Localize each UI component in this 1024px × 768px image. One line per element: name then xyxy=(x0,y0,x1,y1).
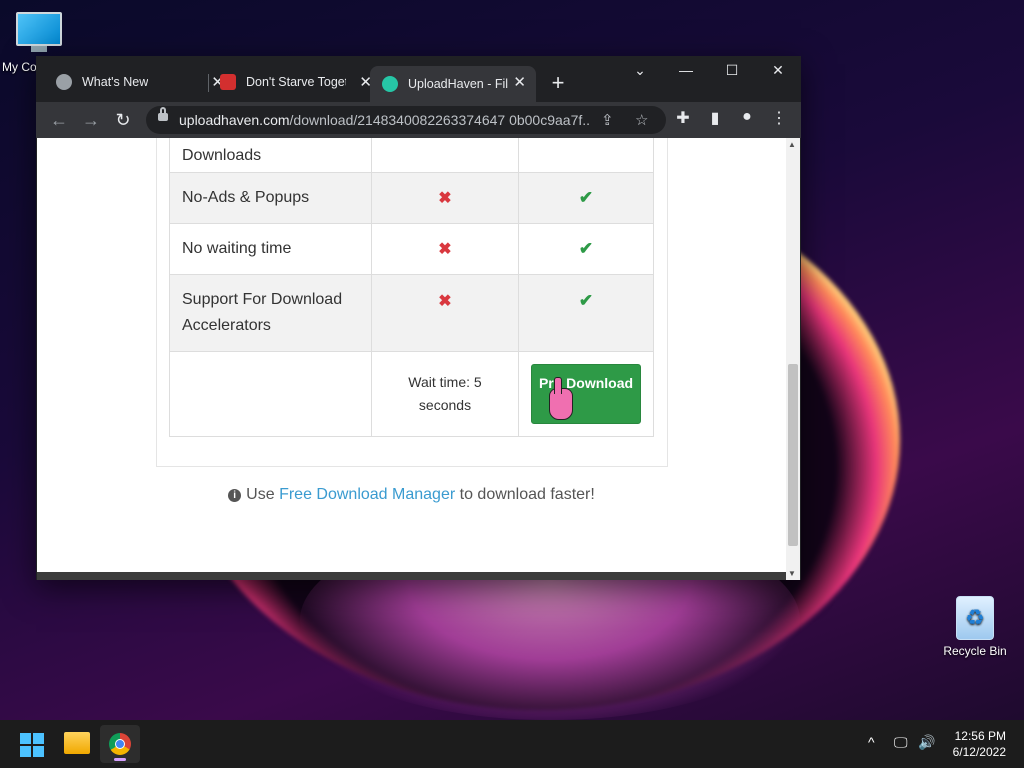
network-icon[interactable]: 🖵 xyxy=(894,734,908,751)
feature-cell: Downloads xyxy=(169,138,372,173)
horizontal-bar xyxy=(37,572,786,580)
tab-strip: What's New ✕ Don't Starve Toget ✕ Upload… xyxy=(36,56,801,102)
note-suffix: to download faster! xyxy=(459,486,595,503)
lock-icon[interactable] xyxy=(158,107,168,121)
feature-cell: No-Ads & Popups xyxy=(169,172,372,224)
desktop-icon-label: Recycle Bin xyxy=(943,644,1007,658)
hand-cursor-icon xyxy=(549,377,573,420)
table-row: Wait time: 5 seconds Pro Download xyxy=(169,351,654,437)
tab-title: UploadHaven - Fil xyxy=(408,77,508,91)
url-path: /download/2148340082263374647 0b00c9aa7f… xyxy=(289,112,589,128)
clock-time: 12:56 PM xyxy=(954,729,1006,743)
browser-window: What's New ✕ Don't Starve Toget ✕ Upload… xyxy=(36,56,801,580)
info-icon: i xyxy=(228,489,242,502)
table-row: No waiting time ✖ ✔ xyxy=(169,223,654,275)
desktop-icon-recycle-bin[interactable]: ♻ Recycle Bin xyxy=(940,596,1010,658)
cross-icon: ✖ xyxy=(438,241,452,258)
reload-button[interactable]: ↻ xyxy=(111,108,135,132)
maximize-button[interactable]: ☐ xyxy=(710,62,754,79)
chrome-taskbar-button[interactable] xyxy=(100,725,140,763)
vertical-scrollbar[interactable]: ▲ ▼ xyxy=(786,138,800,580)
side-panel-icon[interactable]: ▮ xyxy=(703,108,727,128)
extensions-icon[interactable]: ✚ xyxy=(671,108,695,128)
comparison-table: Downloads No-Ads & Popups ✖ ✔ No waiting… xyxy=(169,138,654,437)
forward-button[interactable]: → xyxy=(79,108,103,132)
check-icon: ✔ xyxy=(578,291,594,310)
new-tab-button[interactable]: + xyxy=(544,70,572,96)
pro-cell xyxy=(518,138,654,173)
profile-icon[interactable]: ● xyxy=(735,108,759,126)
url-host: uploadhaven.com xyxy=(179,112,290,128)
close-window-button[interactable]: ✕ xyxy=(756,62,800,79)
tab-title: Don't Starve Toget xyxy=(246,75,346,89)
file-explorer-icon[interactable] xyxy=(64,732,90,754)
pro-download-button[interactable]: Pro Download xyxy=(531,364,641,424)
share-icon[interactable]: ⇪ xyxy=(601,111,614,129)
minimize-button[interactable]: — xyxy=(664,62,708,78)
feature-cell: No waiting time xyxy=(169,223,372,275)
clock-date: 6/12/2022 xyxy=(952,745,1006,759)
tab-search-icon[interactable]: ⌄ xyxy=(618,62,662,79)
show-hidden-icons-chevron-icon[interactable]: ^ xyxy=(868,734,875,750)
back-button[interactable]: ← xyxy=(47,108,71,132)
taskbar: ^ 🖵 🔊 12:56 PM 6/12/2022 xyxy=(0,720,1024,768)
check-icon: ✔ xyxy=(578,188,594,207)
tab-dont-starve[interactable]: Don't Starve Toget ✕ xyxy=(220,66,372,98)
url-text[interactable]: uploadhaven.com/download/214834008226337… xyxy=(179,112,589,128)
note-prefix: Use xyxy=(246,486,275,503)
scroll-down-arrow-icon[interactable]: ▼ xyxy=(788,569,796,578)
check-icon: ✔ xyxy=(578,239,594,258)
chrome-icon xyxy=(109,733,131,755)
bookmark-star-icon[interactable]: ☆ xyxy=(635,111,648,129)
feature-cell: Support For Download Accelerators xyxy=(169,274,372,352)
table-row: Downloads xyxy=(169,138,654,173)
menu-icon[interactable]: ⋮ xyxy=(767,108,791,128)
address-bar[interactable]: uploadhaven.com/download/214834008226337… xyxy=(146,106,666,134)
table-row: Support For Download Accelerators ✖ ✔ xyxy=(169,274,654,352)
tab-uploadhaven[interactable]: UploadHaven - Fil ✕ xyxy=(370,66,536,102)
free-download-manager-link[interactable]: Free Download Manager xyxy=(279,486,455,503)
scrollbar-thumb[interactable] xyxy=(788,364,798,546)
wait-time-text: Wait time: 5 seconds xyxy=(408,374,482,413)
close-tab-icon[interactable]: ✕ xyxy=(513,73,526,91)
scroll-up-arrow-icon[interactable]: ▲ xyxy=(788,140,796,149)
chrome-icon xyxy=(56,74,72,90)
recycle-bin-icon: ♻ xyxy=(956,596,994,640)
cross-icon: ✖ xyxy=(438,190,452,207)
volume-icon[interactable]: 🔊 xyxy=(918,734,935,751)
cross-icon: ✖ xyxy=(438,293,452,310)
free-cell xyxy=(371,138,519,173)
tab-title: What's New xyxy=(82,75,149,89)
browser-toolbar: ← → ↻ uploadhaven.com/download/214834008… xyxy=(36,102,801,138)
cloud-icon xyxy=(382,76,398,92)
start-button[interactable] xyxy=(20,733,44,757)
table-row: No-Ads & Popups ✖ ✔ xyxy=(169,172,654,224)
download-manager-note: i Use Free Download Manager to download f… xyxy=(37,486,786,504)
active-indicator xyxy=(114,758,126,761)
monitor-icon xyxy=(16,12,62,46)
tab-whats-new[interactable]: What's New ✕ xyxy=(56,66,224,98)
page-viewport: Downloads No-Ads & Popups ✖ ✔ No waiting… xyxy=(37,138,786,572)
system-clock[interactable]: 12:56 PM 6/12/2022 xyxy=(953,728,1006,760)
game-icon xyxy=(220,74,236,90)
